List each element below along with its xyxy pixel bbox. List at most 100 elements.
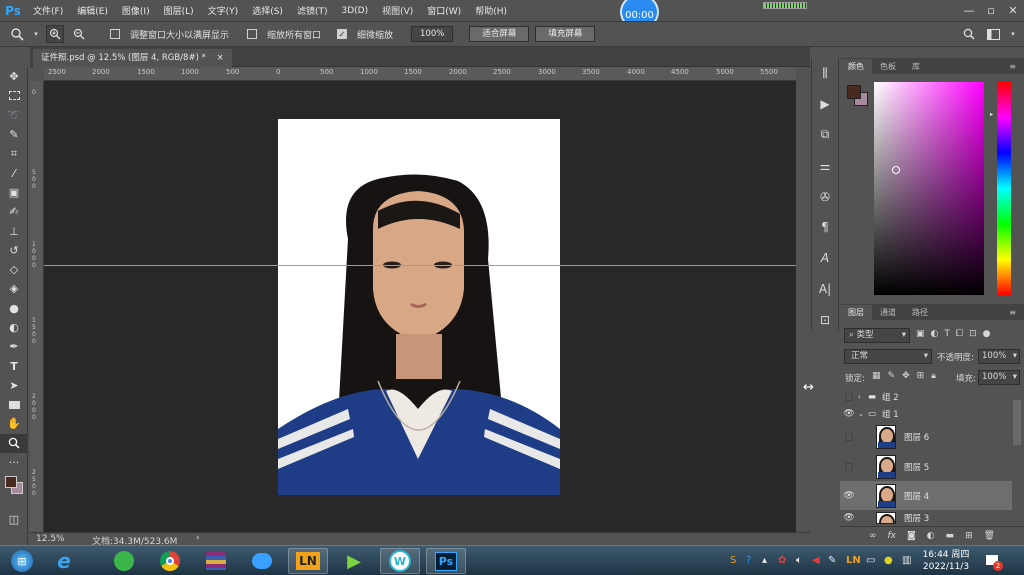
color-picker-cursor[interactable] bbox=[892, 166, 900, 174]
menu-type[interactable]: 文字(Y) bbox=[201, 4, 246, 17]
tab-channels[interactable]: 通道 bbox=[872, 305, 904, 320]
paragraph-panel-icon[interactable]: ¶ bbox=[812, 212, 838, 243]
properties-panel-icon[interactable]: ⊡ bbox=[812, 304, 838, 335]
hue-slider-handle-icon[interactable]: ▸ bbox=[990, 111, 993, 118]
hue-slider[interactable] bbox=[997, 82, 1011, 295]
quick-mask-icon[interactable]: ◫ bbox=[0, 510, 28, 529]
more-tools-icon[interactable]: ··· bbox=[0, 453, 28, 472]
adjustment-icon[interactable]: ◐ bbox=[927, 531, 935, 541]
foreground-color-swatch[interactable] bbox=[847, 85, 861, 99]
trash-icon[interactable]: 🗑︎ bbox=[984, 531, 995, 541]
fx-icon[interactable]: fx bbox=[887, 531, 896, 541]
eye-icon[interactable]: 👁︎ bbox=[840, 491, 858, 501]
tray-help-icon[interactable]: ? bbox=[746, 555, 751, 566]
menu-layer[interactable]: 图层(L) bbox=[157, 4, 201, 17]
start-button[interactable]: ⊞ bbox=[2, 548, 42, 574]
quick-selection-tool-icon[interactable]: ✎ bbox=[0, 125, 28, 144]
workspace-icon[interactable] bbox=[984, 25, 1002, 43]
close-window-button[interactable]: ✕ bbox=[1002, 4, 1024, 17]
tab-color[interactable]: 颜色 bbox=[840, 59, 872, 74]
clone-stamp-tool-icon[interactable]: ⊥ bbox=[0, 221, 28, 240]
menu-view[interactable]: 视图(V) bbox=[375, 4, 420, 17]
tray-app-icon[interactable]: S bbox=[730, 555, 736, 566]
maximize-button[interactable]: ▫ bbox=[980, 4, 1002, 17]
paint-bucket-tool-icon[interactable]: ◈ bbox=[0, 279, 28, 298]
adjustments-panel-icon[interactable]: ⚌ bbox=[812, 150, 838, 181]
character-panel-icon[interactable]: A| bbox=[812, 274, 838, 305]
filter-type-icon[interactable]: T bbox=[944, 329, 950, 339]
tab-swatches[interactable]: 色板 bbox=[872, 59, 904, 74]
menu-help[interactable]: 帮助(H) bbox=[468, 4, 514, 17]
media-player-icon[interactable]: ▶ bbox=[334, 548, 374, 574]
workspace-chevron-icon[interactable]: ▾ bbox=[1008, 25, 1018, 43]
visibility-toggle[interactable] bbox=[840, 393, 858, 401]
tray-alert-icon[interactable]: ◀ bbox=[812, 555, 820, 566]
fill-field[interactable]: 100% ▾ bbox=[978, 370, 1020, 385]
tray-ln-icon[interactable]: LN bbox=[846, 555, 861, 566]
history-brush-tool-icon[interactable]: ↺ bbox=[0, 241, 28, 260]
status-zoom[interactable]: 12.5% bbox=[36, 534, 65, 544]
ie-browser-icon[interactable]: e bbox=[44, 548, 84, 574]
lock-transparency-icon[interactable]: ▦ bbox=[872, 371, 881, 381]
scrubby-zoom-checkbox[interactable]: ✓ bbox=[337, 29, 348, 39]
zoom-tool-active-icon[interactable] bbox=[0, 433, 28, 453]
tray-pen-icon[interactable]: ✎ bbox=[828, 555, 836, 566]
actions-panel-icon[interactable]: ▶ bbox=[812, 89, 838, 120]
glyphs-panel-icon[interactable]: A bbox=[812, 243, 838, 274]
winrar-icon[interactable] bbox=[196, 548, 236, 574]
lock-artboard-icon[interactable]: ⊞ bbox=[917, 371, 925, 381]
eraser-tool-icon[interactable]: ◇ bbox=[0, 260, 28, 279]
filter-shape-icon[interactable]: ⧠ bbox=[956, 329, 963, 339]
tab-libraries[interactable]: 库 bbox=[904, 59, 928, 74]
tab-layers[interactable]: 图层 bbox=[840, 305, 872, 320]
new-group-folder-icon[interactable]: ▬ bbox=[946, 531, 955, 541]
visibility-toggle[interactable] bbox=[840, 432, 858, 441]
crop-tool-icon[interactable]: ⌗ bbox=[0, 144, 28, 163]
opacity-field[interactable]: 100% ▾ bbox=[978, 349, 1020, 364]
group-expand-chevron-icon[interactable]: › bbox=[858, 393, 868, 401]
document-tab-close-icon[interactable]: × bbox=[217, 53, 224, 63]
type-tool-icon[interactable]: T bbox=[0, 356, 28, 375]
new-layer-icon[interactable]: ⊞ bbox=[965, 531, 973, 541]
color-picker-field[interactable] bbox=[874, 82, 984, 295]
layer-row[interactable]: 图层 5 bbox=[840, 452, 1012, 481]
document-canvas[interactable] bbox=[278, 119, 560, 495]
blend-mode-select[interactable]: 正常 ▾ bbox=[844, 349, 932, 364]
layers-panel-menu-icon[interactable]: ≡ bbox=[1001, 305, 1024, 320]
zoom-all-windows-checkbox[interactable] bbox=[247, 29, 258, 39]
tool-preset-chevron-icon[interactable]: ▾ bbox=[32, 25, 40, 43]
360-browser-icon[interactable] bbox=[104, 548, 144, 574]
filter-adjustment-icon[interactable]: ◐ bbox=[931, 329, 939, 339]
fit-screen-button[interactable]: 适合屏幕 bbox=[469, 26, 530, 42]
resize-windows-checkbox[interactable] bbox=[110, 29, 120, 39]
zoom-value-field[interactable]: 100% bbox=[411, 26, 454, 42]
path-selection-tool-icon[interactable]: ➤ bbox=[0, 376, 28, 395]
baidu-netdisk-icon[interactable] bbox=[242, 548, 282, 574]
menu-image[interactable]: 图像(I) bbox=[115, 4, 157, 17]
layers-scrollbar[interactable] bbox=[1013, 400, 1021, 445]
search-icon[interactable] bbox=[960, 25, 978, 43]
lock-pixels-icon[interactable]: ✎ bbox=[888, 371, 896, 381]
ln-app-icon[interactable]: LN bbox=[288, 548, 328, 574]
volume-icon[interactable]: 🔈︎ bbox=[796, 555, 802, 566]
lock-all-icon[interactable]: 🔒︎ bbox=[931, 371, 936, 381]
tray-yellow-icon[interactable]: ● bbox=[884, 555, 893, 566]
brush-tool-icon[interactable]: ✍ bbox=[0, 202, 28, 221]
fill-screen-button[interactable]: 填充屏幕 bbox=[535, 26, 596, 42]
pen-tool-icon[interactable]: ✒ bbox=[0, 337, 28, 356]
eyedropper-tool-icon[interactable]: ⁄ bbox=[0, 163, 28, 182]
zoom-out-icon[interactable] bbox=[70, 25, 88, 43]
link-icon[interactable]: ∞ bbox=[869, 531, 877, 541]
chrome-icon[interactable] bbox=[150, 548, 190, 574]
move-tool-icon[interactable]: ✥ bbox=[0, 67, 28, 86]
filter-smart-object-icon[interactable]: ⊡ bbox=[969, 329, 977, 339]
tray-flower-icon[interactable]: ✿ bbox=[778, 555, 786, 566]
layer-row[interactable]: 图层 6 bbox=[840, 422, 1012, 451]
layer-row[interactable]: 👁︎ 图层 3 bbox=[840, 511, 1012, 525]
horizontal-guide[interactable] bbox=[44, 265, 796, 266]
menu-window[interactable]: 窗口(W) bbox=[420, 4, 468, 17]
menu-select[interactable]: 选择(S) bbox=[245, 4, 290, 17]
hand-tool-icon[interactable]: ✋ bbox=[0, 414, 28, 433]
layer-row-selected[interactable]: 👁︎ 图层 4 bbox=[840, 481, 1012, 510]
system-clock[interactable]: 16:44 周四 2022/11/3 bbox=[920, 549, 972, 573]
